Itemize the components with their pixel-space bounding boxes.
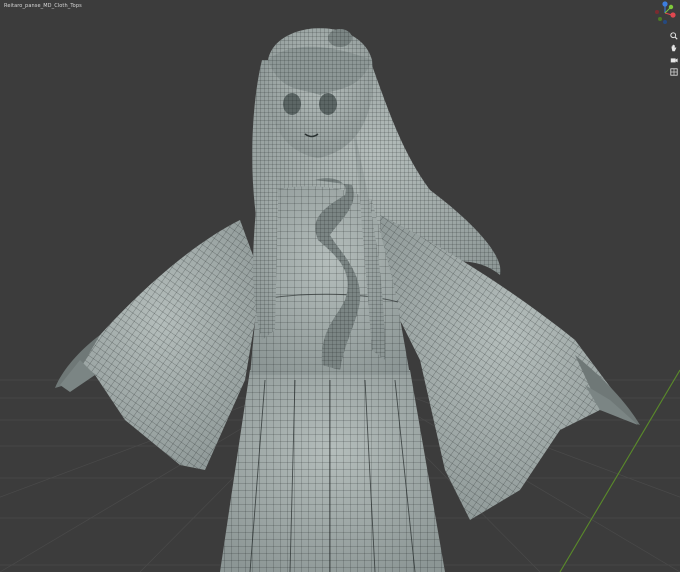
camera-icon xyxy=(670,57,678,62)
gizmo-neg-x xyxy=(655,10,659,14)
3d-viewport[interactable]: Reitaro_panse_MD_Cloth_Tops xyxy=(0,0,680,572)
zoom-tool[interactable] xyxy=(669,31,678,40)
grid-icon xyxy=(669,67,678,76)
scene-render[interactable] xyxy=(0,0,680,572)
gizmo-neg-z xyxy=(663,20,667,24)
left-sleeve xyxy=(55,220,262,470)
navigation-gizmo[interactable] xyxy=(650,0,680,26)
gizmo-x-axis xyxy=(670,12,676,18)
skirt xyxy=(220,370,445,572)
pan-hand-icon xyxy=(671,44,676,51)
pan-tool[interactable] xyxy=(669,43,678,52)
zoom-icon xyxy=(669,31,678,40)
perspective-toggle[interactable] xyxy=(669,67,678,76)
gizmo-y-axis xyxy=(668,4,674,10)
gizmo-neg-y xyxy=(658,17,662,21)
gizmo-z-axis xyxy=(662,1,668,7)
camera-view-tool[interactable] xyxy=(669,55,678,64)
object-name-label: Reitaro_panse_MD_Cloth_Tops xyxy=(4,3,82,9)
